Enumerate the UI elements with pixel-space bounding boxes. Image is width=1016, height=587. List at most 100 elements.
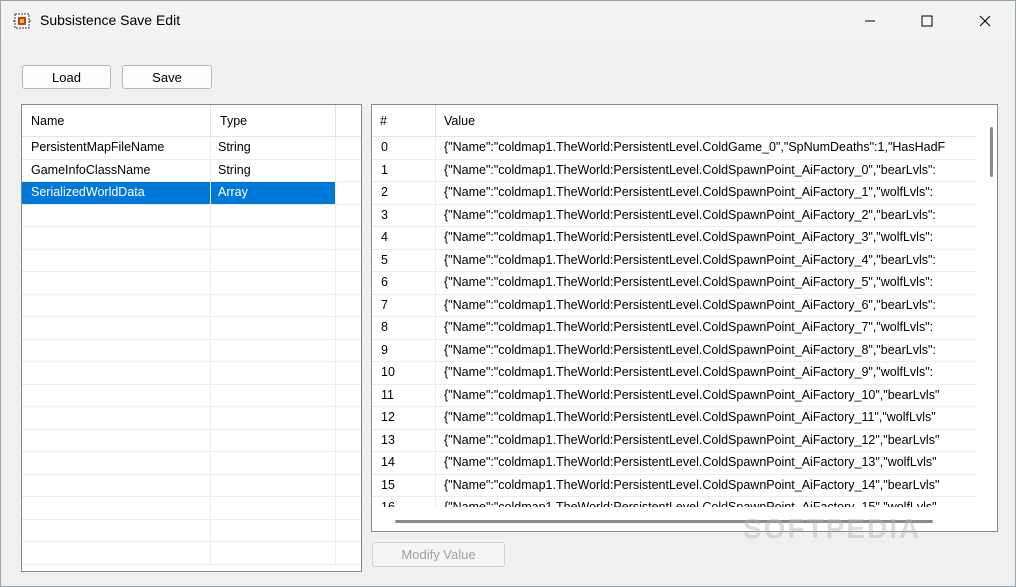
value-row[interactable]: 3 {"Name":"coldmap1.TheWorld:PersistentLe… bbox=[372, 204, 976, 227]
minimize-button[interactable] bbox=[841, 1, 899, 41]
value-row[interactable]: 1 {"Name":"coldmap1.TheWorld:PersistentLe… bbox=[372, 159, 976, 182]
value-text-cell[interactable]: {"Name":"coldmap1.TheWorld:PersistentLev… bbox=[436, 250, 976, 272]
value-index-cell[interactable]: 3 bbox=[372, 204, 436, 226]
value-text-cell[interactable]: {"Name":"coldmap1.TheWorld:PersistentLev… bbox=[436, 475, 976, 497]
value-text-cell[interactable]: {"Name":"coldmap1.TheWorld:PersistentLev… bbox=[436, 452, 976, 474]
value-index-cell[interactable]: 11 bbox=[372, 384, 436, 406]
property-type-cell bbox=[211, 272, 336, 294]
property-type-cell bbox=[211, 227, 336, 249]
value-text-cell[interactable]: {"Name":"coldmap1.TheWorld:PersistentLev… bbox=[436, 430, 976, 452]
property-type-cell bbox=[211, 407, 336, 429]
save-button[interactable]: Save bbox=[122, 65, 212, 89]
value-text-cell[interactable]: {"Name":"coldmap1.TheWorld:PersistentLev… bbox=[436, 407, 976, 429]
value-row[interactable]: 14 {"Name":"coldmap1.TheWorld:PersistentL… bbox=[372, 452, 976, 475]
property-name-cell[interactable]: GameInfoClassName bbox=[22, 159, 211, 181]
value-text-cell[interactable]: {"Name":"coldmap1.TheWorld:PersistentLev… bbox=[436, 385, 976, 407]
property-row bbox=[22, 362, 361, 385]
value-index-cell[interactable]: 5 bbox=[372, 249, 436, 271]
app-icon bbox=[13, 13, 31, 29]
value-text-cell[interactable]: {"Name":"coldmap1.TheWorld:PersistentLev… bbox=[436, 362, 976, 384]
row-filler bbox=[336, 407, 361, 429]
column-header-type[interactable]: Type bbox=[211, 105, 336, 136]
value-row[interactable]: 15 {"Name":"coldmap1.TheWorld:PersistentL… bbox=[372, 474, 976, 497]
value-index-cell[interactable]: 14 bbox=[372, 452, 436, 474]
value-text-cell[interactable]: {"Name":"coldmap1.TheWorld:PersistentLev… bbox=[436, 272, 976, 294]
row-filler bbox=[336, 272, 361, 294]
property-type-cell bbox=[211, 317, 336, 339]
property-type-cell bbox=[211, 384, 336, 406]
property-name-cell[interactable]: PersistentMapFileName bbox=[22, 137, 211, 159]
value-row[interactable]: 8 {"Name":"coldmap1.TheWorld:PersistentLe… bbox=[372, 317, 976, 340]
column-header-value[interactable]: Value bbox=[436, 105, 976, 136]
value-index-cell[interactable]: 9 bbox=[372, 339, 436, 361]
value-text-cell[interactable]: {"Name":"coldmap1.TheWorld:PersistentLev… bbox=[436, 227, 976, 249]
value-index-cell[interactable]: 8 bbox=[372, 317, 436, 339]
value-row[interactable]: 13 {"Name":"coldmap1.TheWorld:PersistentL… bbox=[372, 429, 976, 452]
property-type-cell[interactable]: String bbox=[211, 159, 336, 181]
value-index-cell[interactable]: 1 bbox=[372, 159, 436, 181]
property-row bbox=[22, 204, 361, 227]
value-row[interactable]: 5 {"Name":"coldmap1.TheWorld:PersistentLe… bbox=[372, 249, 976, 272]
property-type-cell bbox=[211, 474, 336, 496]
property-type-cell[interactable]: String bbox=[211, 137, 336, 159]
property-name-cell bbox=[22, 294, 211, 316]
property-row bbox=[22, 452, 361, 475]
value-index-cell[interactable]: 13 bbox=[372, 429, 436, 451]
maximize-button[interactable] bbox=[898, 1, 956, 41]
values-grid[interactable]: # Value 0 {"Name":"coldmap1.TheWorld:Pers… bbox=[371, 104, 998, 532]
property-row bbox=[22, 519, 361, 542]
value-row[interactable]: 11 {"Name":"coldmap1.TheWorld:PersistentL… bbox=[372, 384, 976, 407]
value-index-cell[interactable]: 2 bbox=[372, 182, 436, 204]
title-bar[interactable]: Subsistence Save Edit bbox=[1, 1, 1015, 41]
value-index-cell[interactable]: 7 bbox=[372, 294, 436, 316]
value-index-cell[interactable]: 12 bbox=[372, 407, 436, 429]
value-index-cell[interactable]: 15 bbox=[372, 474, 436, 496]
value-row[interactable]: 7 {"Name":"coldmap1.TheWorld:PersistentLe… bbox=[372, 294, 976, 317]
value-row[interactable]: 12 {"Name":"coldmap1.TheWorld:PersistentL… bbox=[372, 407, 976, 430]
value-text-cell[interactable]: {"Name":"coldmap1.TheWorld:PersistentLev… bbox=[436, 160, 976, 182]
row-filler bbox=[336, 385, 361, 407]
value-index-cell[interactable]: 0 bbox=[372, 137, 436, 159]
row-filler bbox=[336, 227, 361, 249]
property-type-cell bbox=[211, 542, 336, 564]
vertical-scrollbar[interactable] bbox=[977, 105, 997, 509]
property-name-cell bbox=[22, 519, 211, 541]
load-button[interactable]: Load bbox=[22, 65, 111, 89]
properties-grid[interactable]: Name Type PersistentMapFileName String Gam… bbox=[21, 104, 362, 572]
value-text-cell[interactable]: {"Name":"coldmap1.TheWorld:PersistentLev… bbox=[436, 295, 976, 317]
property-name-cell[interactable]: SerializedWorldData bbox=[22, 182, 211, 204]
value-row[interactable]: 10 {"Name":"coldmap1.TheWorld:PersistentL… bbox=[372, 362, 976, 385]
column-header-name[interactable]: Name bbox=[22, 105, 211, 136]
close-button[interactable] bbox=[956, 1, 1014, 41]
value-row[interactable]: 4 {"Name":"coldmap1.TheWorld:PersistentLe… bbox=[372, 227, 976, 250]
modify-value-button[interactable]: Modify Value bbox=[372, 542, 505, 567]
property-name-cell bbox=[22, 407, 211, 429]
vertical-scroll-thumb[interactable] bbox=[990, 127, 993, 177]
row-filler bbox=[336, 520, 361, 542]
value-row[interactable]: 6 {"Name":"coldmap1.TheWorld:PersistentLe… bbox=[372, 272, 976, 295]
value-index-cell[interactable]: 6 bbox=[372, 272, 436, 294]
property-type-cell bbox=[211, 339, 336, 361]
row-filler bbox=[336, 295, 361, 317]
value-text-cell[interactable]: {"Name":"coldmap1.TheWorld:PersistentLev… bbox=[436, 317, 976, 339]
value-index-cell[interactable]: 10 bbox=[372, 362, 436, 384]
property-row[interactable]: PersistentMapFileName String bbox=[22, 137, 361, 160]
value-text-cell[interactable]: {"Name":"coldmap1.TheWorld:PersistentLev… bbox=[436, 137, 976, 159]
property-row bbox=[22, 272, 361, 295]
property-name-cell bbox=[22, 227, 211, 249]
property-row[interactable]: SerializedWorldData Array bbox=[22, 182, 361, 205]
property-name-cell bbox=[22, 204, 211, 226]
row-filler bbox=[336, 542, 361, 564]
value-text-cell[interactable]: {"Name":"coldmap1.TheWorld:PersistentLev… bbox=[436, 340, 976, 362]
property-row[interactable]: GameInfoClassName String bbox=[22, 159, 361, 182]
value-index-cell[interactable]: 4 bbox=[372, 227, 436, 249]
value-row[interactable]: 9 {"Name":"coldmap1.TheWorld:PersistentLe… bbox=[372, 339, 976, 362]
value-row[interactable]: 2 {"Name":"coldmap1.TheWorld:PersistentLe… bbox=[372, 182, 976, 205]
row-filler bbox=[336, 497, 361, 519]
column-header-index[interactable]: # bbox=[372, 105, 436, 136]
value-text-cell[interactable]: {"Name":"coldmap1.TheWorld:PersistentLev… bbox=[436, 205, 976, 227]
value-row[interactable]: 0 {"Name":"coldmap1.TheWorld:PersistentLe… bbox=[372, 137, 976, 160]
property-type-cell[interactable]: Array bbox=[211, 182, 336, 204]
value-text-cell[interactable]: {"Name":"coldmap1.TheWorld:PersistentLev… bbox=[436, 182, 976, 204]
property-row bbox=[22, 294, 361, 317]
